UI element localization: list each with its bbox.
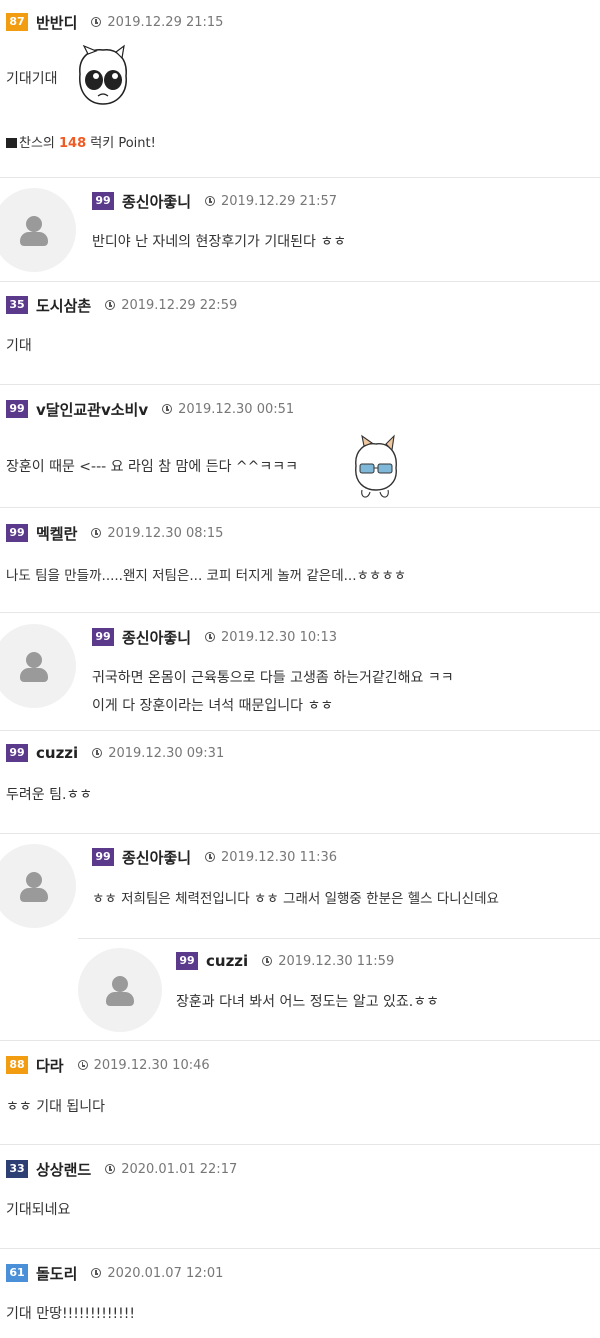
clock-icon [91,17,102,27]
level-badge: 88 [6,1056,28,1074]
comment-text: 나도 팀을 만들까.....왠지 저팀은... 코피 터지게 놀꺼 같은데...… [6,568,407,584]
level-badge: 99 [92,848,114,866]
username[interactable]: v달인교관v소비v [36,399,148,420]
comment-header: 99 cuzzi 2019.12.30 09:31 [6,743,224,763]
level-badge: 99 [176,952,198,970]
comment-text: 기대 [6,338,32,354]
avatar [0,624,76,708]
comment-text-line2: 이게 다 장훈이라는 녀석 때문입니다 ㅎㅎ [92,698,334,714]
comment-header: 99 멕켈란 2019.12.30 08:15 [6,523,223,543]
username[interactable]: 종신아좋니 [122,191,191,212]
comment-date: 2019.12.30 10:13 [221,629,338,645]
comment-date: 2019.12.29 21:15 [107,14,224,30]
username[interactable]: cuzzi [36,744,78,762]
level-badge: 99 [6,744,28,762]
username[interactable]: 종신아좋니 [122,627,191,648]
comment-date: 2019.12.30 00:51 [178,401,295,417]
username[interactable]: 다라 [36,1055,64,1076]
comment-date: 2020.01.01 22:17 [121,1161,238,1177]
clock-icon [91,1268,102,1278]
comment-header: 99 v달인교관v소비v 2019.12.30 00:51 [6,399,294,419]
comment-header: 33 상상랜드 2020.01.01 22:17 [6,1159,237,1179]
comment-text: 장훈과 다녀 봐서 어느 정도는 알고 있죠.ㅎㅎ [176,994,439,1010]
cat-sunglasses-sticker [355,434,397,498]
clock-icon [205,196,216,206]
avatar [78,948,162,1032]
comment-date: 2019.12.30 09:31 [108,745,225,761]
username[interactable]: 돌도리 [36,1263,77,1284]
comment-date: 2019.12.30 10:46 [93,1057,210,1073]
comment-text: 기대 만땅!!!!!!!!!!!!! [6,1306,135,1322]
cat-face-sticker [79,44,127,105]
clock-icon [77,1060,88,1070]
level-badge: 99 [92,628,114,646]
level-badge: 99 [6,524,28,542]
clock-icon [162,404,173,414]
level-badge: 61 [6,1264,28,1282]
level-badge: 99 [92,192,114,210]
clock-icon [262,956,273,966]
username[interactable]: cuzzi [206,952,248,970]
clock-icon [105,300,116,310]
comment-text: 귀국하면 온몸이 근육통으로 다들 고생좀 하는거같긴해요 ㅋㅋ [92,670,454,686]
comment-text: 반디야 난 자네의 현장후기가 기대된다 ㅎㅎ [92,234,347,250]
clock-icon [92,748,103,758]
comment-header: 88 다라 2019.12.30 10:46 [6,1055,210,1075]
avatar [0,188,76,272]
comment-header: 99 cuzzi 2019.12.30 11:59 [176,951,394,971]
comment-header: 87 반반디 2019.12.29 21:15 [6,12,223,32]
level-badge: 87 [6,13,28,31]
clock-icon [91,528,102,538]
level-badge: 35 [6,296,28,314]
comment-date: 2020.01.07 12:01 [107,1265,224,1281]
comment-text: ㅎㅎ 기대 됩니다 [6,1099,106,1115]
level-badge: 33 [6,1160,28,1178]
comment-text: 두려운 팀.ㅎㅎ [6,787,93,803]
comment-date: 2019.12.30 11:59 [278,953,395,969]
username[interactable]: 멕켈란 [36,523,77,544]
comment-date: 2019.12.30 11:36 [221,849,338,865]
comment-date: 2019.12.29 21:57 [221,193,338,209]
comment-header: 99 종신아좋니 2019.12.30 11:36 [92,847,337,867]
comment-text: 장훈이 때문 <--- 요 라임 참 맘에 든다 ^^ㅋㅋㅋ [6,459,299,475]
comment-date: 2019.12.29 22:59 [121,297,238,313]
avatar [0,844,76,928]
comment-date: 2019.12.30 08:15 [107,525,224,541]
comment-text: 기대되네요 [6,1202,71,1218]
username[interactable]: 도시삼촌 [36,295,91,316]
comment-text: ㅎㅎ 저희팀은 체력전입니다 ㅎㅎ 그래서 일행중 한분은 헬스 다니신데요 [92,891,499,907]
comment-header: 35 도시삼촌 2019.12.29 22:59 [6,295,237,315]
clock-icon [205,632,216,642]
comment-header: 99 종신아좋니 2019.12.30 10:13 [92,627,337,647]
comment-text: 기대기대 [6,71,58,87]
username[interactable]: 상상랜드 [36,1159,91,1180]
username[interactable]: 종신아좋니 [122,847,191,868]
clock-icon [105,1164,116,1174]
username[interactable]: 반반디 [36,12,77,33]
clock-icon [205,852,216,862]
lucky-point-text: 찬스의 148 럭키 Point! [6,132,156,151]
gift-icon [6,138,17,148]
level-badge: 99 [6,400,28,418]
comment-header: 99 종신아좋니 2019.12.29 21:57 [92,191,337,211]
comment-header: 61 돌도리 2020.01.07 12:01 [6,1263,223,1283]
